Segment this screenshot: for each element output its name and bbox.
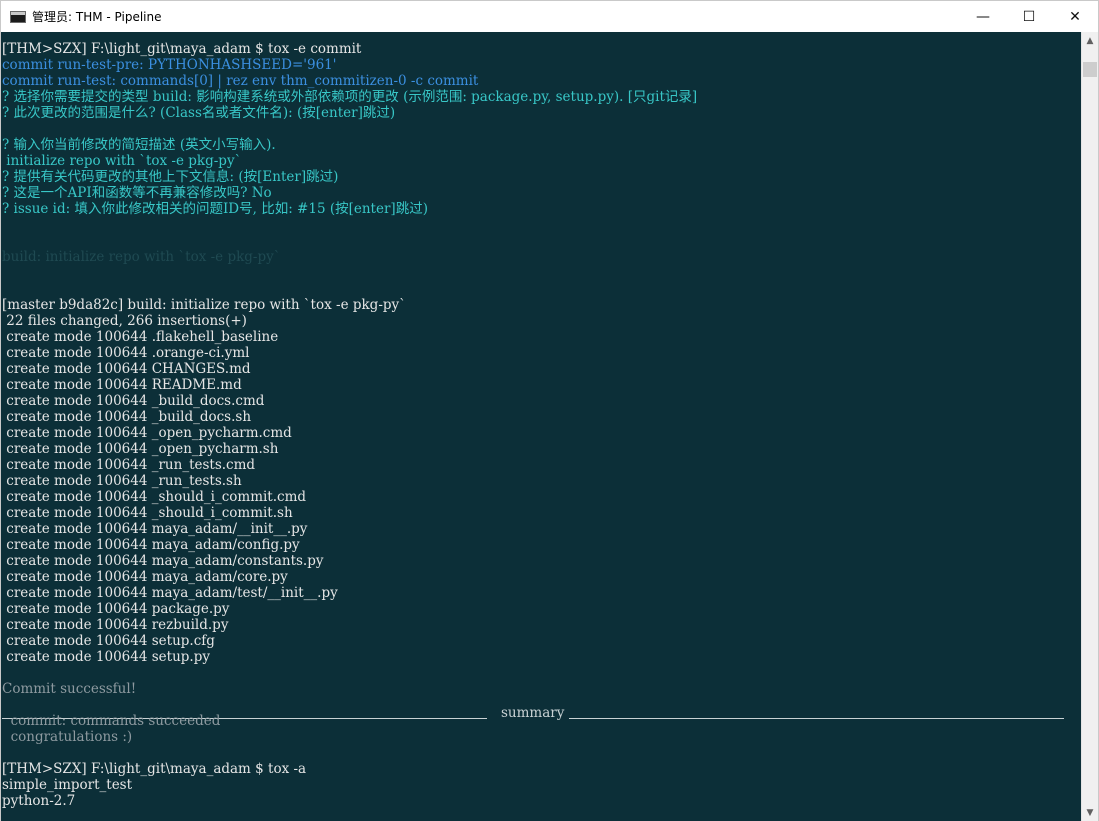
console-line: create mode 100644 .orange-ci.yml [2, 345, 250, 361]
close-button[interactable]: ✕ [1052, 1, 1098, 32]
console-line: Commit successful! [2, 681, 137, 697]
console-line: [master b9da82c] build: initialize repo … [2, 297, 406, 313]
console-line: create mode 100644 setup.cfg [2, 633, 215, 649]
console-line: create mode 100644 maya_adam/config.py [2, 537, 300, 553]
summary-label: summary [497, 705, 569, 721]
console-line: ? issue id: 填入你此修改相关的问题ID号, 比如: #15 (按[e… [2, 201, 428, 217]
console-line: python-2.7 [2, 793, 76, 809]
vertical-scrollbar[interactable]: ▲ ▼ [1081, 32, 1098, 821]
console-line: create mode 100644 _should_i_commit.cmd [2, 489, 307, 505]
console-line: create mode 100644 _should_i_commit.sh [2, 505, 293, 521]
console-line: create mode 100644 _open_pycharm.sh [2, 441, 279, 457]
console-line: [THM>SZX] F:\light_git\maya_adam $ tox -… [2, 761, 307, 777]
console-line: create mode 100644 README.md [2, 377, 242, 393]
console-line: create mode 100644 CHANGES.md [2, 361, 251, 377]
maximize-button[interactable]: ☐ [1006, 1, 1052, 32]
console-line: create mode 100644 _run_tests.sh [2, 473, 242, 489]
console-line: create mode 100644 _open_pycharm.cmd [2, 425, 292, 441]
console-line: initialize repo with `tox -e pkg-py` [2, 153, 242, 169]
console-line: congratulations :) [2, 729, 133, 745]
console-output[interactable]: summary [THM>SZX] F:\light_git\maya_adam… [1, 32, 1081, 821]
minimize-button[interactable]: — [960, 1, 1006, 32]
console-line: create mode 100644 maya_adam/test/__init… [2, 585, 338, 601]
console-line: create mode 100644 .flakehell_baseline [2, 329, 279, 345]
console-line: [THM>SZX] F:\light_git\maya_adam $ tox -… [2, 41, 362, 57]
console-line: create mode 100644 package.py [2, 601, 230, 617]
console-line: build: initialize repo with `tox -e pkg-… [2, 249, 281, 265]
console-line: create mode 100644 maya_adam/core.py [2, 569, 288, 585]
console-line: ? 此次更改的范围是什么? (Class名或者文件名): (按[enter]跳过… [2, 105, 396, 121]
console-line: commit run-test: commands[0] | rez env t… [2, 73, 479, 89]
console-line: ? 选择你需要提交的类型 build: 影响构建系统或外部依赖项的更改 (示例范… [2, 89, 698, 105]
console-app-icon[interactable] [10, 10, 26, 23]
console-line: 22 files changed, 266 insertions(+) [2, 313, 247, 329]
scroll-up-arrow-icon[interactable]: ▲ [1082, 32, 1098, 49]
console-line: ? 输入你当前修改的简短描述 (英文小写输入). [2, 137, 276, 153]
console-line: create mode 100644 _build_docs.cmd [2, 393, 265, 409]
console-window: 管理员: THM - Pipeline — ☐ ✕ summary [THM>S… [0, 0, 1099, 821]
title-bar[interactable]: 管理员: THM - Pipeline — ☐ ✕ [1, 1, 1098, 32]
console-line: create mode 100644 _run_tests.cmd [2, 457, 256, 473]
summary-rule-right [569, 718, 1064, 719]
scroll-down-arrow-icon[interactable]: ▼ [1082, 804, 1098, 821]
console-line: create mode 100644 maya_adam/constants.p… [2, 553, 324, 569]
console-line: commit: commands succeeded [2, 713, 221, 729]
console-line: create mode 100644 maya_adam/__init__.py [2, 521, 308, 537]
console-line: commit run-test-pre: PYTHONHASHSEED='961… [2, 57, 337, 73]
console-line: simple_import_test [2, 777, 133, 793]
console-line: create mode 100644 rezbuild.py [2, 617, 229, 633]
console-line: ? 提供有关代码更改的其他上下文信息: (按[Enter]跳过) [2, 169, 339, 185]
scroll-thumb[interactable] [1083, 62, 1097, 77]
console-line: create mode 100644 _build_docs.sh [2, 409, 252, 425]
window-title: 管理员: THM - Pipeline [32, 10, 162, 24]
window-controls: — ☐ ✕ [960, 1, 1098, 32]
console-line: ? 这是一个API和函数等不再兼容修改吗? No [2, 185, 272, 201]
console-line: create mode 100644 setup.py [2, 649, 210, 665]
